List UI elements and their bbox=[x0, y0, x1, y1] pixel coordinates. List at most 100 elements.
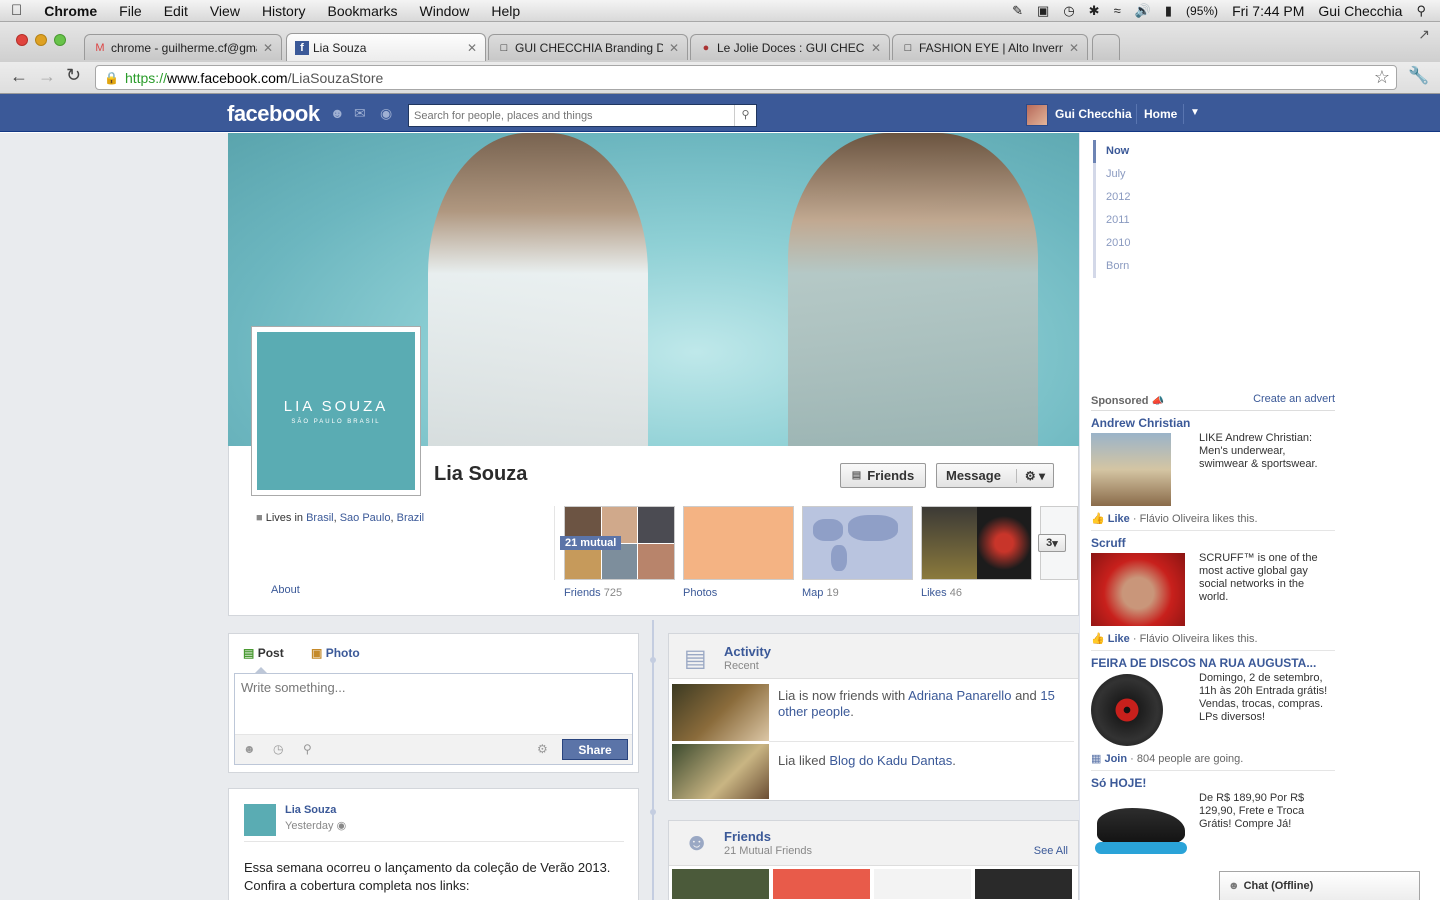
vinyl-record-image[interactable] bbox=[1091, 674, 1163, 746]
menu-edit[interactable]: Edit bbox=[153, 3, 199, 19]
audience-gear-icon[interactable]: ⚙ bbox=[537, 742, 548, 756]
tag-friends-icon[interactable]: ☻ bbox=[243, 742, 256, 756]
timeline-nav-2010[interactable]: 2010 bbox=[1093, 232, 1153, 255]
fullscreen-icon[interactable]: ↗ bbox=[1418, 26, 1430, 43]
tab-lia-souza[interactable]: f Lia Souza ✕ bbox=[286, 33, 486, 61]
city-link[interactable]: Brazil bbox=[397, 512, 425, 524]
back-icon[interactable]: ← bbox=[10, 66, 28, 87]
timeline-nav-july[interactable]: July bbox=[1093, 163, 1153, 186]
composer-tab-photo[interactable]: ▣ Photo bbox=[311, 646, 360, 660]
ad-title[interactable]: Andrew Christian bbox=[1091, 416, 1190, 430]
messages-icon[interactable]: ✉ bbox=[354, 105, 366, 122]
city-link[interactable]: Sao Paulo bbox=[340, 512, 391, 524]
display-icon[interactable]: ▣ bbox=[1037, 3, 1049, 19]
tile-label-likes[interactable]: Likes 46 bbox=[921, 587, 962, 599]
ad-title[interactable]: Scruff bbox=[1091, 536, 1126, 550]
minimize-window-icon[interactable] bbox=[35, 34, 47, 46]
more-count-button[interactable]: 3 ▾ bbox=[1038, 534, 1066, 552]
close-tab-icon[interactable]: ✕ bbox=[263, 41, 273, 55]
tile-label-map[interactable]: Map 19 bbox=[802, 587, 839, 599]
tab-le-jolie[interactable]: ● Le Jolie Doces : GUI CHECCH ✕ bbox=[690, 34, 890, 60]
page-link[interactable]: Blog do Kadu Dantas bbox=[829, 753, 952, 768]
close-window-icon[interactable] bbox=[16, 34, 28, 46]
city-link[interactable]: Brasil bbox=[306, 512, 334, 524]
friends-title[interactable]: Friends bbox=[724, 829, 771, 844]
ad-image[interactable] bbox=[1091, 433, 1171, 506]
menu-window[interactable]: Window bbox=[409, 3, 481, 19]
ad-text[interactable]: De R$ 189,90 Por R$ 129,90, Frete e Troc… bbox=[1199, 792, 1335, 831]
notifications-icon[interactable]: ◉ bbox=[380, 105, 392, 122]
facebook-logo[interactable]: facebook bbox=[227, 101, 320, 127]
maximize-window-icon[interactable] bbox=[54, 34, 66, 46]
ad-join-link[interactable]: Join bbox=[1104, 753, 1127, 765]
map-tile[interactable] bbox=[802, 506, 913, 580]
post-author-avatar[interactable] bbox=[244, 804, 276, 836]
friend-link[interactable]: Adriana Panarello bbox=[908, 688, 1011, 703]
ad-title[interactable]: Só HOJE! bbox=[1091, 776, 1146, 790]
tab-gmail[interactable]: M chrome - guilherme.cf@gma ✕ bbox=[84, 34, 282, 60]
tile-label-friends[interactable]: Friends 725 bbox=[564, 587, 622, 599]
friend-photo[interactable] bbox=[773, 869, 870, 899]
search-input[interactable] bbox=[409, 105, 729, 126]
reload-icon[interactable]: ↻ bbox=[66, 65, 81, 86]
close-tab-icon[interactable]: ✕ bbox=[467, 41, 477, 55]
account-dropdown-icon[interactable]: ▼ bbox=[1190, 107, 1200, 118]
battery-icon[interactable]: ▮ bbox=[1165, 3, 1172, 19]
timeline-nav-now[interactable]: Now bbox=[1093, 140, 1153, 163]
photo-tab-label[interactable]: Photo bbox=[326, 646, 360, 660]
share-button[interactable]: Share bbox=[562, 739, 628, 760]
photos-tile[interactable] bbox=[683, 506, 794, 580]
activity-thumb[interactable] bbox=[672, 684, 769, 741]
tile-label-photos[interactable]: Photos bbox=[683, 587, 717, 599]
create-advert-link[interactable]: Create an advert bbox=[1253, 393, 1335, 405]
sneaker-image[interactable] bbox=[1091, 794, 1191, 866]
menu-bookmarks[interactable]: Bookmarks bbox=[317, 3, 409, 19]
composer-tab-post[interactable]: ▤ Post bbox=[243, 646, 284, 660]
tile-label[interactable]: Map bbox=[802, 587, 823, 599]
profile-name[interactable]: Lia Souza bbox=[434, 463, 527, 486]
ad-like-link[interactable]: Like bbox=[1108, 513, 1130, 525]
close-tab-icon[interactable]: ✕ bbox=[1069, 41, 1079, 55]
close-tab-icon[interactable]: ✕ bbox=[669, 41, 679, 55]
ad-text[interactable]: LIKE Andrew Christian: Men's underwear, … bbox=[1199, 432, 1335, 471]
new-tab-button[interactable] bbox=[1092, 34, 1120, 60]
ad-image[interactable] bbox=[1091, 553, 1185, 626]
user-avatar[interactable] bbox=[1026, 104, 1048, 126]
ad-text[interactable]: SCRUFF™ is one of the most active global… bbox=[1199, 552, 1329, 604]
tile-label[interactable]: Likes bbox=[921, 587, 947, 599]
ad-text[interactable]: Domingo, 2 de setembro, 11h às 20h Entra… bbox=[1199, 672, 1335, 724]
friend-photo[interactable] bbox=[975, 869, 1072, 899]
apple-icon[interactable]:  bbox=[0, 2, 33, 19]
status-textarea[interactable]: Write something... bbox=[235, 674, 632, 734]
message-button[interactable]: Message ⚙ ▾ bbox=[936, 463, 1054, 488]
forward-icon[interactable]: → bbox=[38, 66, 56, 87]
menu-app-name[interactable]: Chrome bbox=[33, 3, 108, 19]
tile-label[interactable]: Photos bbox=[683, 587, 717, 599]
search-icon[interactable]: ⚲ bbox=[734, 105, 756, 126]
activity-thumb[interactable] bbox=[672, 744, 769, 799]
wifi-icon[interactable]: ≈ bbox=[1114, 3, 1121, 18]
header-user-name[interactable]: Gui Checchia bbox=[1055, 107, 1132, 121]
tab-gui-checchia[interactable]: □ GUI CHECCHIA Branding Des ✕ bbox=[488, 34, 688, 60]
timeline-nav-2012[interactable]: 2012 bbox=[1093, 186, 1153, 209]
tile-label[interactable]: Friends bbox=[564, 587, 601, 599]
timeline-nav-2011[interactable]: 2011 bbox=[1093, 209, 1153, 232]
friend-photo[interactable] bbox=[672, 869, 769, 899]
menubar-clock[interactable]: Fri 7:44 PM bbox=[1232, 3, 1304, 19]
evernote-icon[interactable]: ✎ bbox=[1012, 3, 1023, 19]
gear-icon[interactable]: ⚙ ▾ bbox=[1015, 468, 1053, 483]
friend-requests-icon[interactable]: ☻ bbox=[330, 105, 345, 121]
address-bar[interactable]: 🔒 https:// www.facebook.com /LiaSouzaSto… bbox=[95, 65, 1397, 90]
menu-file[interactable]: File bbox=[108, 3, 153, 19]
friend-photo[interactable] bbox=[874, 869, 971, 899]
chat-bar[interactable]: ☻ Chat (Offline) bbox=[1219, 871, 1420, 900]
clock-icon[interactable]: ◷ bbox=[273, 742, 283, 756]
ad-like-link[interactable]: Like bbox=[1108, 633, 1130, 645]
volume-icon[interactable]: 🔊 bbox=[1135, 3, 1151, 19]
timeline-nav-born[interactable]: Born bbox=[1093, 255, 1153, 278]
menu-view[interactable]: View bbox=[199, 3, 251, 19]
ad-title[interactable]: FEIRA DE DISCOS NA RUA AUGUSTA... bbox=[1091, 656, 1316, 670]
bluetooth-icon[interactable]: ✱ bbox=[1089, 3, 1100, 19]
close-tab-icon[interactable]: ✕ bbox=[871, 41, 881, 55]
menubar-user[interactable]: Gui Checchia bbox=[1318, 3, 1402, 19]
